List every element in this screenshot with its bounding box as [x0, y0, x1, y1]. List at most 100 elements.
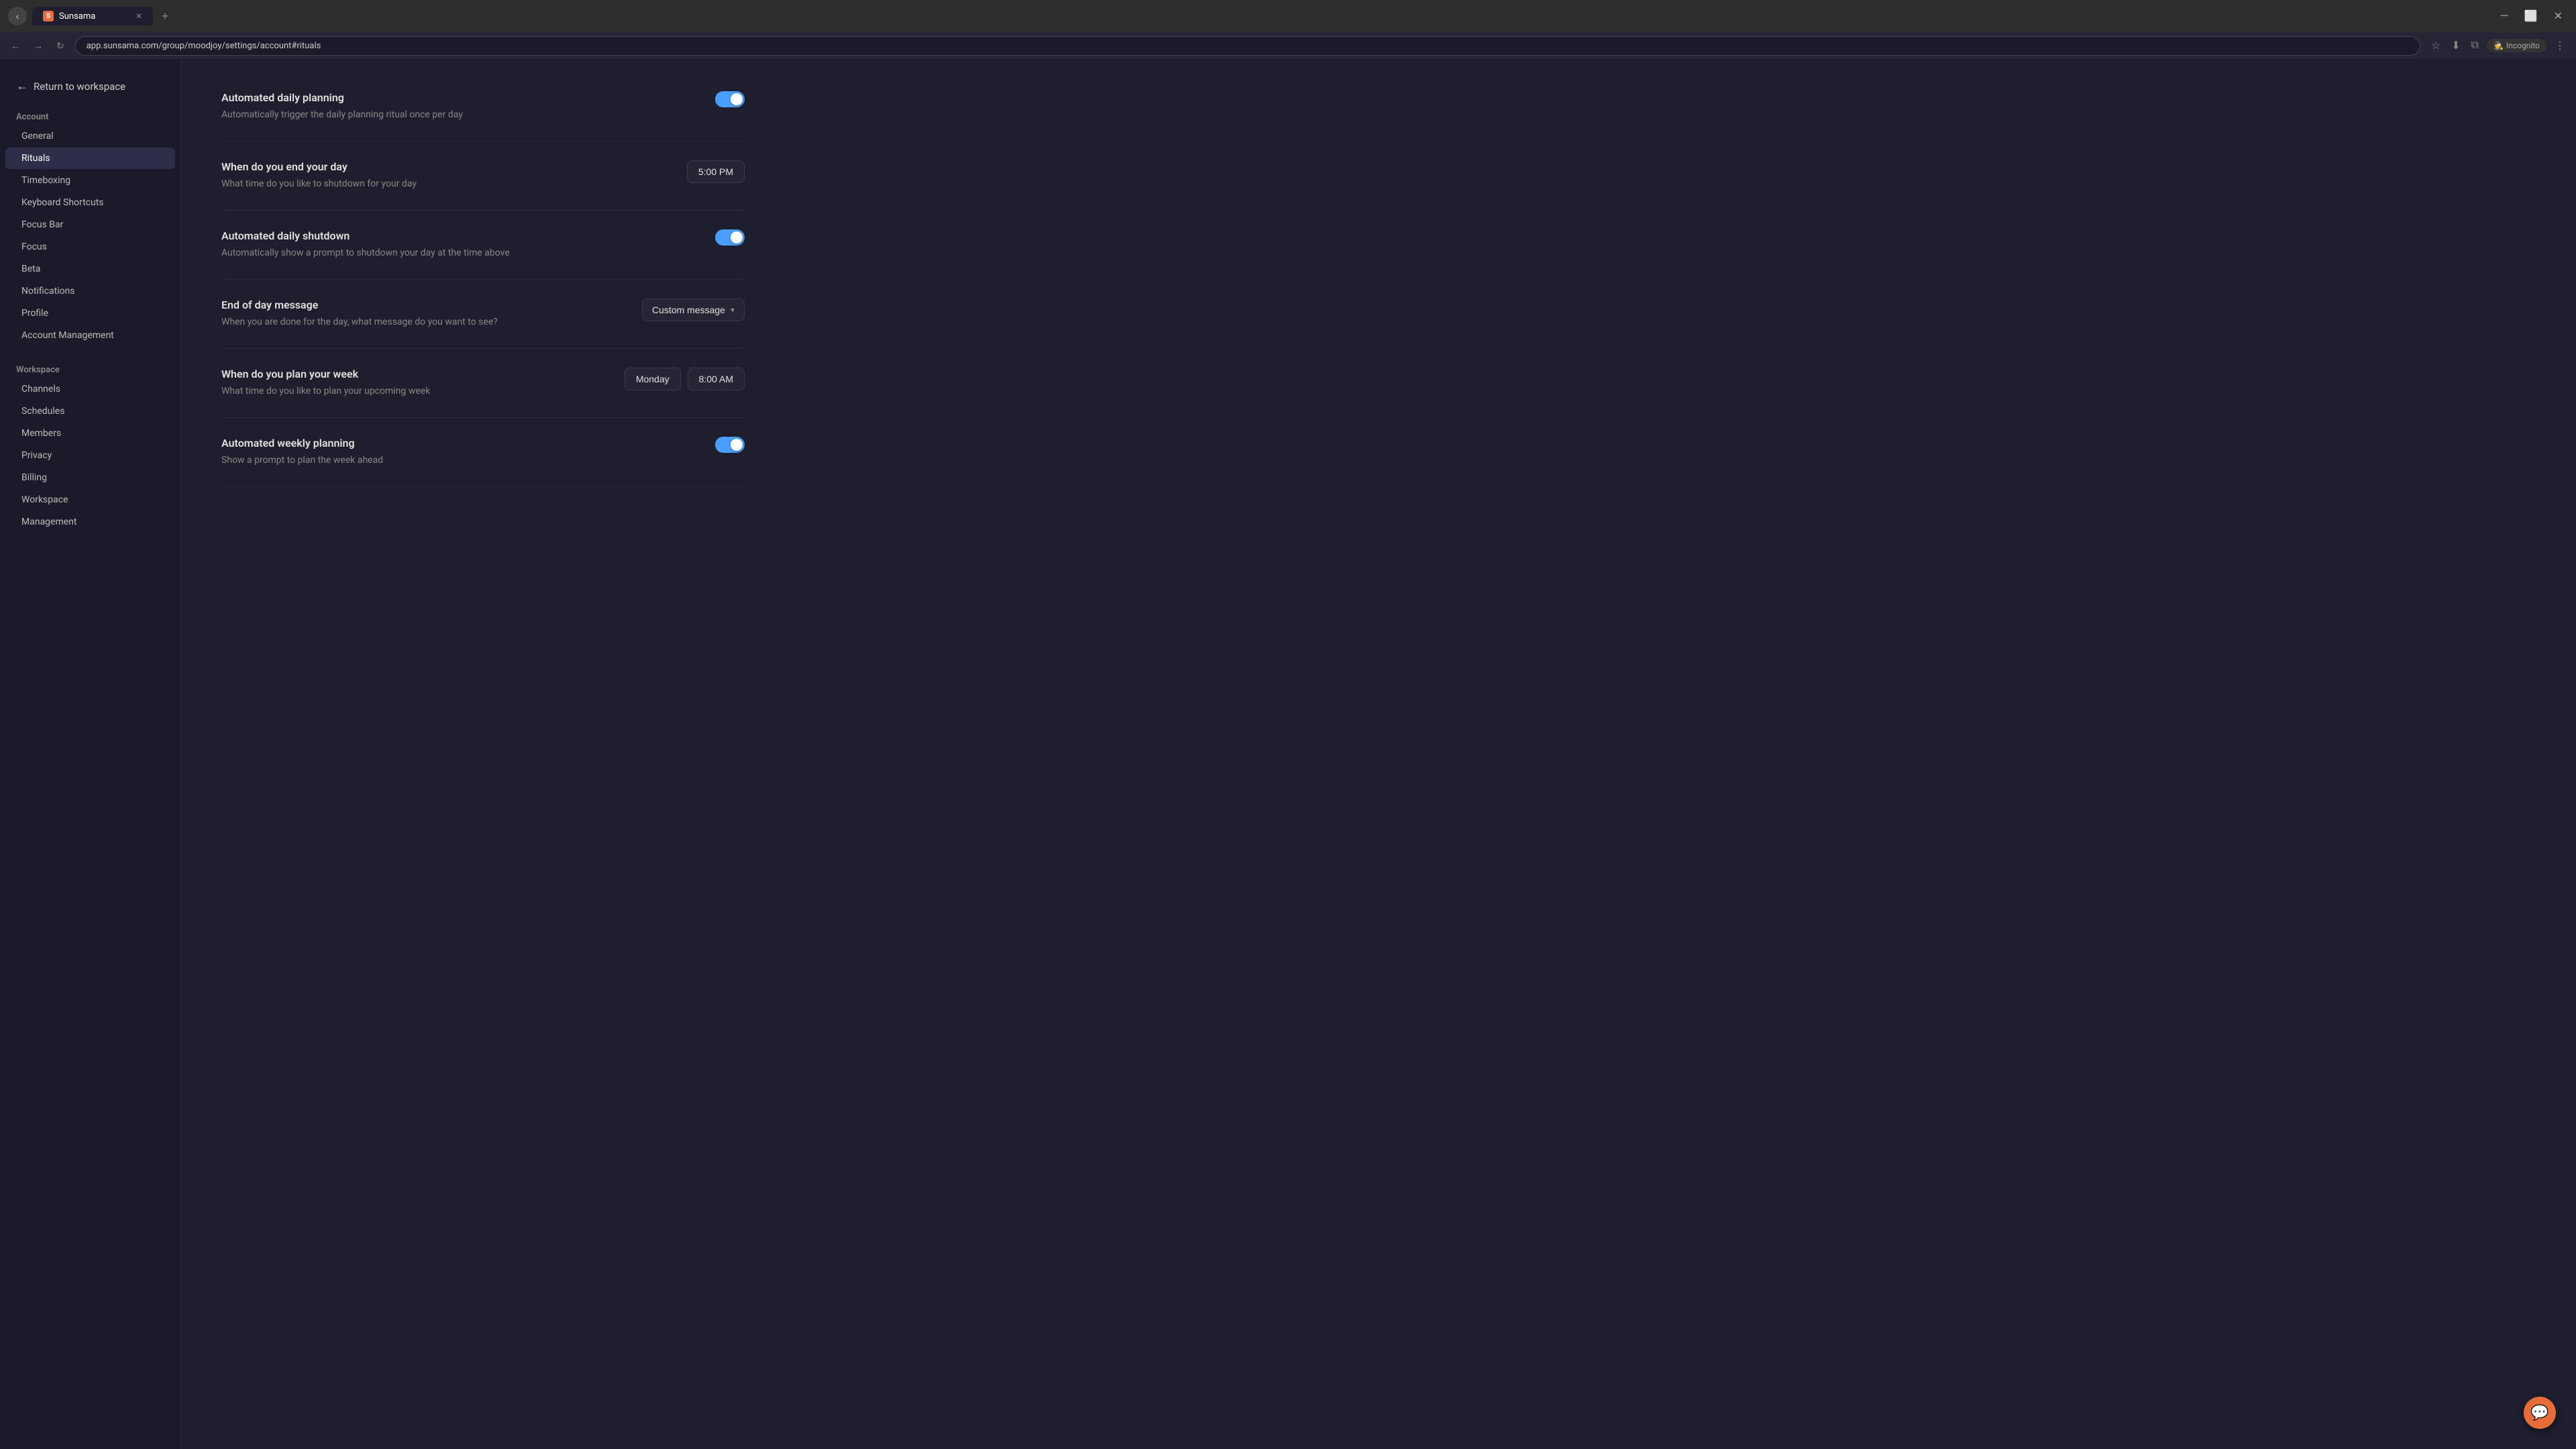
sidebar-item-members[interactable]: Members	[5, 423, 175, 444]
account-management-label: Account Management	[21, 330, 114, 341]
setting-control-end-of-day-message: Custom message ▾	[642, 299, 745, 321]
toggle-automated-daily-shutdown[interactable]	[715, 229, 745, 246]
tab-close-button[interactable]: ✕	[136, 11, 142, 21]
setting-title-end-of-day: When do you end your day	[221, 160, 660, 173]
sidebar-item-billing[interactable]: Billing	[5, 467, 175, 488]
setting-info-end-of-day-message: End of day message When you are done for…	[221, 299, 615, 329]
sidebar-item-beta[interactable]: Beta	[5, 258, 175, 280]
refresh-button[interactable]: ↻	[54, 38, 67, 54]
sidebar-item-focus[interactable]: Focus	[5, 236, 175, 258]
incognito-badge: 🕵 Incognito	[2487, 39, 2546, 52]
chat-fab-button[interactable]: 💬	[2524, 1397, 2556, 1429]
setting-control-automated-weekly-planning	[715, 437, 745, 453]
keyboard-shortcuts-label: Keyboard Shortcuts	[21, 197, 104, 208]
return-to-workspace-link[interactable]: ← Return to workspace	[0, 72, 180, 107]
rituals-label: Rituals	[21, 153, 50, 164]
tab-bar: S Sunsama ✕ +	[32, 7, 2489, 25]
dropdown-value-end-of-day-message: Custom message	[652, 305, 725, 315]
sidebar-item-schedules[interactable]: Schedules	[5, 400, 175, 422]
setting-title-automated-daily-shutdown: Automated daily shutdown	[221, 229, 688, 242]
sidebar-item-workspace[interactable]: Workspace	[5, 489, 175, 511]
sidebar-item-management[interactable]: Management	[5, 511, 175, 533]
sidebar-item-rituals[interactable]: Rituals	[5, 148, 175, 169]
back-arrow-icon: ←	[16, 79, 28, 93]
billing-label: Billing	[21, 472, 47, 483]
tab-favicon: S	[43, 11, 54, 21]
setting-automated-daily-shutdown: Automated daily shutdown Automatically s…	[221, 211, 745, 280]
setting-desc-plan-your-week: What time do you like to plan your upcom…	[221, 384, 598, 398]
general-label: General	[21, 131, 54, 142]
setting-title-automated-daily-planning: Automated daily planning	[221, 91, 688, 104]
sidebar: ← Return to workspace Account General Ri…	[0, 59, 181, 1449]
setting-desc-automated-daily-planning: Automatically trigger the daily planning…	[221, 108, 624, 122]
incognito-icon: 🕵	[2493, 41, 2504, 50]
setting-control-automated-daily-shutdown	[715, 229, 745, 246]
dropdown-chevron-icon: ▾	[731, 305, 735, 315]
url-bar[interactable]: app.sunsama.com/group/moodjoy/settings/a…	[75, 36, 2420, 56]
minimize-button[interactable]: ─	[2495, 7, 2513, 25]
maximize-button[interactable]: ⬜	[2519, 7, 2543, 25]
back-button[interactable]: ←	[8, 38, 23, 54]
browser-controls: ‹	[8, 7, 27, 25]
focus-bar-label: Focus Bar	[21, 219, 63, 230]
setting-info-automated-daily-shutdown: Automated daily shutdown Automatically s…	[221, 229, 688, 260]
end-of-day-message-dropdown[interactable]: Custom message ▾	[642, 299, 745, 321]
url-text: app.sunsama.com/group/moodjoy/settings/a…	[87, 41, 321, 51]
setting-desc-end-of-day: What time do you like to shutdown for yo…	[221, 177, 624, 191]
focus-label: Focus	[21, 241, 47, 252]
setting-automated-weekly-planning: Automated weekly planning Show a prompt …	[221, 418, 745, 487]
setting-info-automated-daily-planning: Automated daily planning Automatically t…	[221, 91, 688, 122]
window-controls: ─ ⬜ ✕	[2495, 7, 2568, 25]
toggle-automated-weekly-planning[interactable]	[715, 437, 745, 453]
download-button[interactable]: ⬇	[2449, 36, 2463, 55]
sidebar-item-privacy[interactable]: Privacy	[5, 445, 175, 466]
setting-title-end-of-day-message: End of day message	[221, 299, 615, 311]
setting-info-end-of-day: When do you end your day What time do yo…	[221, 160, 660, 191]
sidebar-item-account-management[interactable]: Account Management	[5, 325, 175, 346]
setting-info-automated-weekly-planning: Automated weekly planning Show a prompt …	[221, 437, 688, 468]
sidebar-item-general[interactable]: General	[5, 125, 175, 147]
browser-tab-prev[interactable]: ‹	[8, 7, 27, 25]
close-button[interactable]: ✕	[2548, 7, 2568, 25]
address-bar: ← → ↻ app.sunsama.com/group/moodjoy/sett…	[0, 32, 2576, 59]
app-layout: ← Return to workspace Account General Ri…	[0, 59, 2576, 1449]
setting-title-automated-weekly-planning: Automated weekly planning	[221, 437, 688, 449]
setting-title-plan-your-week: When do you plan your week	[221, 368, 598, 380]
setting-end-of-day: When do you end your day What time do yo…	[221, 142, 745, 211]
setting-desc-end-of-day-message: When you are done for the day, what mess…	[221, 315, 615, 329]
beta-label: Beta	[21, 264, 40, 274]
workspace-section-label: Workspace	[0, 360, 180, 378]
toggle-automated-daily-planning[interactable]	[715, 91, 745, 107]
privacy-label: Privacy	[21, 450, 52, 461]
new-tab-button[interactable]: +	[156, 7, 174, 25]
setting-control-automated-daily-planning	[715, 91, 745, 107]
management-label: Management	[21, 517, 76, 527]
bookmark-button[interactable]: ☆	[2428, 36, 2443, 55]
notifications-label: Notifications	[21, 286, 75, 297]
forward-button[interactable]: →	[31, 38, 46, 54]
setting-end-of-day-message: End of day message When you are done for…	[221, 280, 745, 349]
sidebar-item-focus-bar[interactable]: Focus Bar	[5, 214, 175, 235]
end-of-day-time-button[interactable]: 5:00 PM	[687, 160, 745, 183]
setting-desc-automated-weekly-planning: Show a prompt to plan the week ahead	[221, 453, 624, 468]
schedules-label: Schedules	[21, 406, 64, 417]
extensions-button[interactable]: ⧉	[2469, 37, 2481, 54]
return-label: Return to workspace	[34, 80, 125, 93]
sidebar-item-timeboxing[interactable]: Timeboxing	[5, 170, 175, 191]
setting-info-plan-your-week: When do you plan your week What time do …	[221, 368, 598, 398]
sidebar-item-keyboard-shortcuts[interactable]: Keyboard Shortcuts	[5, 192, 175, 213]
menu-button[interactable]: ⋮	[2552, 36, 2568, 55]
sidebar-item-notifications[interactable]: Notifications	[5, 280, 175, 302]
setting-control-plan-your-week: Monday 8:00 AM	[625, 368, 745, 390]
plan-week-day-button[interactable]: Monday	[625, 368, 681, 390]
sidebar-item-profile[interactable]: Profile	[5, 303, 175, 324]
plan-week-time-button[interactable]: 8:00 AM	[688, 368, 745, 390]
sidebar-item-channels[interactable]: Channels	[5, 378, 175, 400]
setting-automated-daily-planning: Automated daily planning Automatically t…	[221, 72, 745, 142]
content-area: Automated daily planning Automatically t…	[181, 59, 785, 500]
timeboxing-label: Timeboxing	[21, 175, 70, 186]
active-tab[interactable]: S Sunsama ✕	[32, 7, 153, 25]
workspace-label: Workspace	[21, 494, 68, 505]
setting-plan-your-week: When do you plan your week What time do …	[221, 349, 745, 418]
members-label: Members	[21, 428, 61, 439]
